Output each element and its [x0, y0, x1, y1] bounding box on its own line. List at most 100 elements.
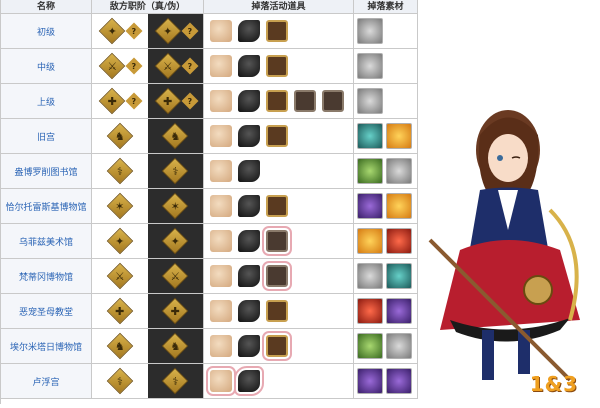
material-drops — [354, 189, 418, 223]
scroll-item-icon[interactable] — [210, 300, 232, 322]
row-name[interactable]: 埃尔米塔日博物馆 — [1, 329, 92, 363]
header-drops: 掉落活动道具 — [204, 0, 354, 13]
scroll-item-icon[interactable] — [210, 230, 232, 252]
scroll-item-icon[interactable] — [210, 195, 232, 217]
true-class: ⚔ — [92, 259, 148, 293]
material-drops — [354, 364, 418, 398]
material-icon[interactable] — [357, 53, 383, 79]
false-class: ✦ — [147, 224, 203, 258]
cloth-item-icon[interactable] — [234, 366, 264, 396]
cloth-item-icon[interactable] — [238, 195, 260, 217]
row-name[interactable]: 恰尔托雷斯基博物馆 — [1, 189, 92, 223]
scroll-item-icon[interactable] — [210, 335, 232, 357]
row-name[interactable]: 旧宫 — [1, 119, 92, 153]
unknown-class-icon: ? — [125, 22, 143, 40]
rider-icon: ⚕ — [162, 367, 189, 395]
unknown-class-icon: ? — [181, 92, 199, 110]
painting-item-icon[interactable] — [266, 55, 288, 77]
assassin-icon: ✚ — [106, 297, 133, 325]
true-class: ♞ — [92, 329, 148, 363]
table-row: 乌菲兹美术馆 ✦ ✦ — [1, 224, 418, 259]
table-row: 盎博罗削图书馆 ⚕ ⚕ — [1, 154, 418, 189]
painting-item-icon[interactable] — [266, 90, 288, 112]
saber-icon: ♞ — [106, 332, 133, 360]
question-mark: ? — [187, 96, 193, 106]
material-drops — [354, 329, 418, 363]
material-icon[interactable] — [386, 333, 412, 359]
material-icon[interactable] — [357, 18, 383, 44]
cloth-item-icon[interactable] — [238, 160, 260, 182]
false-class: ✚ — [147, 294, 203, 328]
painting-item-icon[interactable] — [266, 300, 288, 322]
material-icon[interactable] — [386, 193, 412, 219]
cloth-item-icon[interactable] — [238, 265, 260, 287]
event-item-drops — [204, 14, 354, 48]
row-name[interactable]: 梵蒂冈博物馆 — [1, 259, 92, 293]
material-icon[interactable] — [357, 88, 383, 114]
cloth-item-icon[interactable] — [238, 230, 260, 252]
row-name[interactable]: 盎博罗削图书馆 — [1, 154, 92, 188]
painting-item-icon[interactable] — [262, 226, 292, 256]
cloth-item-icon[interactable] — [238, 125, 260, 147]
row-name[interactable]: 乌菲兹美术馆 — [1, 224, 92, 258]
table-row: 卢浮宫 ⚕ ⚕ — [1, 364, 418, 399]
material-icon[interactable] — [357, 193, 383, 219]
material-drops — [354, 14, 418, 48]
material-icon[interactable] — [357, 263, 383, 289]
scroll-item-icon[interactable] — [210, 125, 232, 147]
row-name[interactable]: 恶宠圣母教堂 — [1, 294, 92, 328]
site-logo: 1&3 — [529, 372, 578, 396]
scroll-item-icon[interactable] — [210, 160, 232, 182]
material-drops — [354, 154, 418, 188]
material-icon[interactable] — [386, 263, 412, 289]
cloth-item-icon[interactable] — [238, 90, 260, 112]
painting-item-icon[interactable] — [322, 90, 344, 112]
cloth-item-icon[interactable] — [238, 300, 260, 322]
painting-item-icon[interactable] — [266, 195, 288, 217]
material-icon[interactable] — [386, 298, 412, 324]
painting-item-icon[interactable] — [266, 125, 288, 147]
scroll-item-icon[interactable] — [210, 265, 232, 287]
true-class: ✦ — [92, 224, 148, 258]
true-class: ✶ — [92, 189, 148, 223]
false-class: ✦? — [147, 14, 203, 48]
enemy-classes: ♞ ♞ — [92, 329, 204, 363]
cloth-item-icon[interactable] — [238, 335, 260, 357]
unknown-class-icon: ? — [181, 22, 199, 40]
row-name[interactable]: 中级 — [1, 49, 92, 83]
scroll-item-icon[interactable] — [210, 90, 232, 112]
cloth-item-icon[interactable] — [238, 20, 260, 42]
material-icon[interactable] — [357, 228, 383, 254]
scroll-item-icon[interactable] — [206, 366, 236, 396]
painting-item-icon[interactable] — [262, 261, 292, 291]
painting-item-icon[interactable] — [266, 20, 288, 42]
painting-item-icon[interactable] — [294, 90, 316, 112]
material-icon[interactable] — [357, 368, 383, 394]
material-icon[interactable] — [357, 333, 383, 359]
rider-icon: ⚕ — [162, 157, 189, 185]
material-icon[interactable] — [357, 123, 383, 149]
material-icon[interactable] — [386, 123, 412, 149]
true-class: ✚ — [92, 294, 148, 328]
painting-item-icon[interactable] — [262, 331, 292, 361]
cloth-item-icon[interactable] — [238, 55, 260, 77]
material-drops — [354, 294, 418, 328]
event-item-drops — [204, 259, 354, 293]
false-class: ⚔? — [147, 49, 203, 83]
table-row: 中级 ⚔? ⚔? — [1, 49, 418, 84]
material-icon[interactable] — [357, 158, 383, 184]
lancer-icon: ✶ — [106, 192, 133, 220]
row-name[interactable]: 上级 — [1, 84, 92, 118]
unknown-class-icon: ? — [181, 57, 199, 75]
material-icon[interactable] — [386, 368, 412, 394]
material-icon[interactable] — [386, 158, 412, 184]
material-icon[interactable] — [357, 298, 383, 324]
true-class: ⚕ — [92, 364, 148, 398]
row-name[interactable]: 初级 — [1, 14, 92, 48]
true-class: ♞ — [92, 119, 148, 153]
lancer-icon: ✶ — [162, 192, 189, 220]
material-icon[interactable] — [386, 228, 412, 254]
row-name[interactable]: 卢浮宫 — [1, 364, 92, 398]
scroll-item-icon[interactable] — [210, 55, 232, 77]
scroll-item-icon[interactable] — [210, 20, 232, 42]
